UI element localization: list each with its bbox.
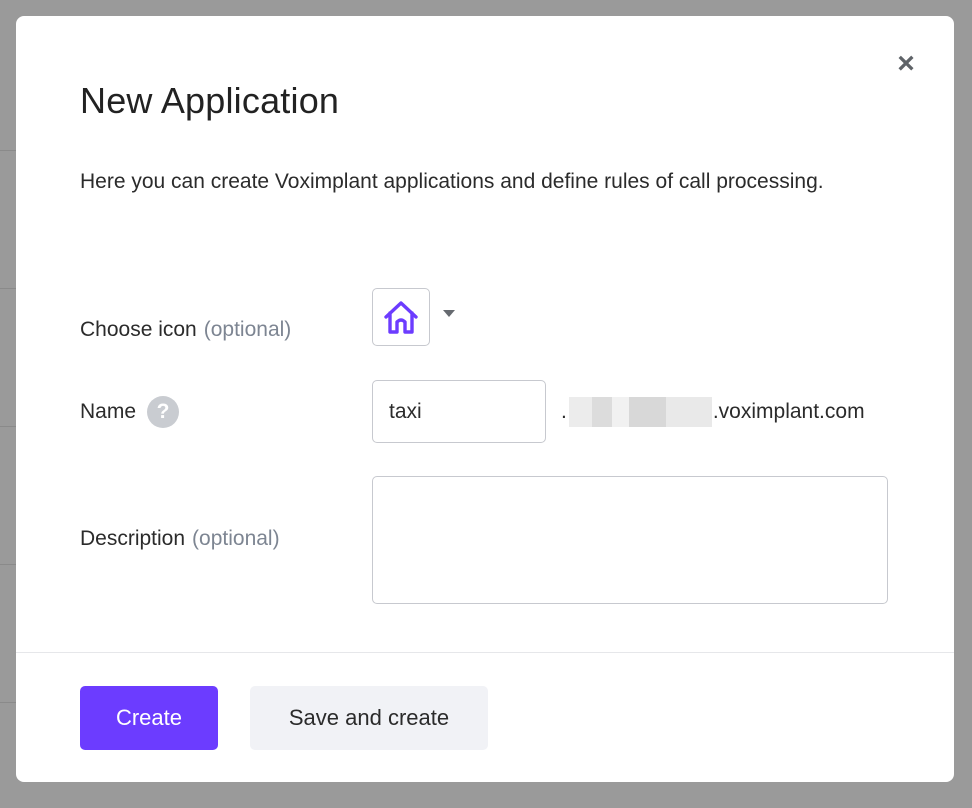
chevron-down-icon[interactable] [443,310,455,317]
close-icon[interactable]: × [894,49,918,79]
description-label: Description (optional) [80,527,280,551]
background-divider [0,426,16,427]
help-icon[interactable]: ? [147,396,180,428]
background-divider [0,702,16,703]
choose-icon-label: Choose icon (optional) [80,318,291,342]
description-label-text: Description [80,527,186,550]
name-label-text: Name [80,400,137,423]
optional-hint: (optional) [203,318,292,341]
redacted-account-name [568,397,712,427]
icon-picker-button[interactable] [372,288,430,346]
new-application-dialog: × New Application Here you can create Vo… [16,16,954,782]
background-divider [0,150,16,151]
domain-suffix-text: .voximplant.com [712,400,865,423]
choose-icon-label-text: Choose icon [80,318,197,341]
footer-divider [16,652,954,653]
domain-prefix-dot: . [561,400,567,423]
optional-hint: (optional) [192,527,280,550]
background-divider [0,288,16,289]
dialog-description: Here you can create Voximplant applicati… [80,170,824,193]
dialog-title: New Application [80,80,340,121]
name-input[interactable] [372,380,546,443]
save-and-create-button[interactable]: Save and create [250,686,488,750]
domain-suffix: . .voximplant.com [561,396,865,428]
background-divider [0,564,16,565]
create-button[interactable]: Create [80,686,218,750]
name-label: Name ? [80,396,180,428]
description-field[interactable] [372,476,888,604]
house-icon [384,301,418,334]
